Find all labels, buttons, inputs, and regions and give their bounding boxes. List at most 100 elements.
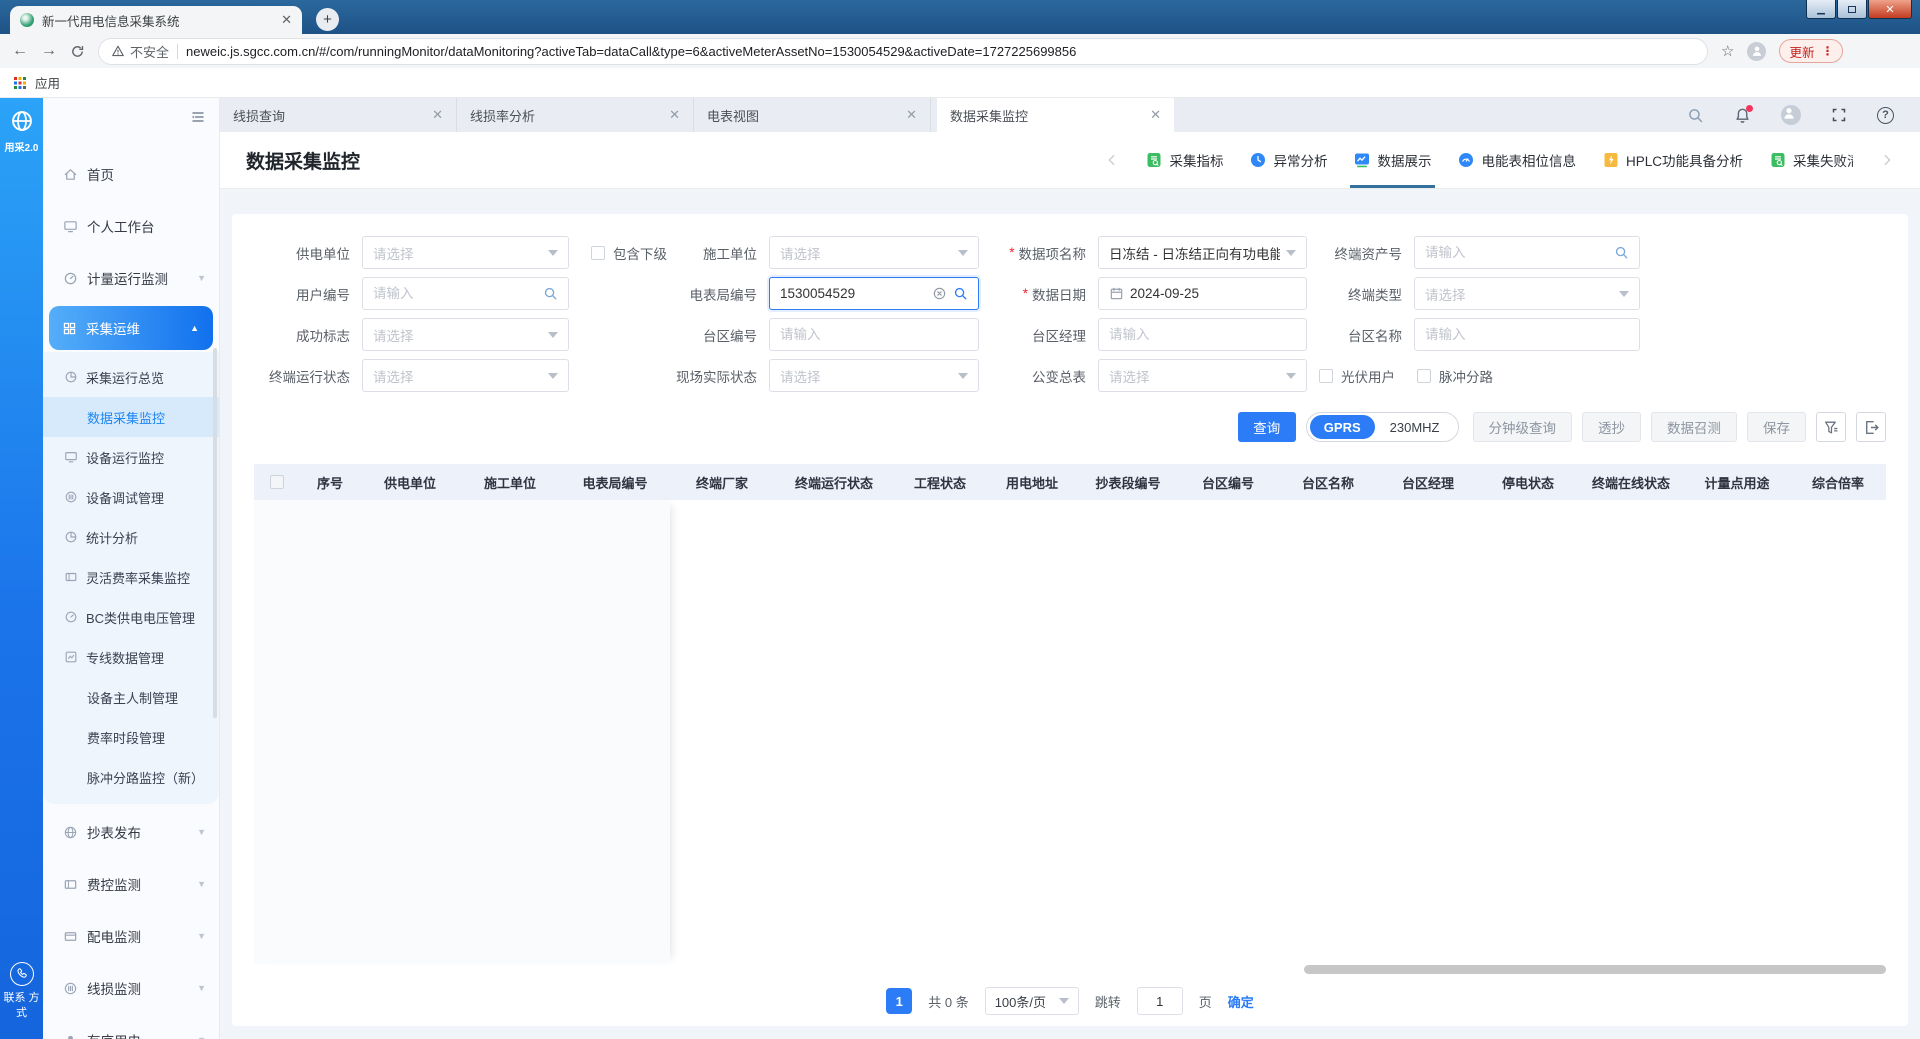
column-header[interactable]: 序号 (300, 473, 360, 492)
meter-no-input[interactable] (769, 277, 979, 310)
search-icon[interactable] (543, 286, 558, 301)
column-header[interactable]: 终端运行状态 (774, 473, 894, 492)
include-sub-checkbox[interactable] (591, 245, 605, 260)
clear-icon[interactable] (932, 286, 947, 301)
tg-manager-input[interactable] (1098, 318, 1307, 351)
meter-no-field[interactable] (780, 286, 926, 301)
sidebar-item-metering-monitor[interactable]: 计量运行监测 ▼ (43, 252, 219, 304)
data-call-button[interactable]: 数据召测 (1651, 412, 1737, 442)
tab-line-loss-rate[interactable]: 线损率分析 ✕ (457, 98, 694, 132)
subtab-anomaly-analysis[interactable]: 异常分析 (1250, 132, 1327, 188)
page-1-button[interactable]: 1 (886, 988, 913, 1014)
column-header[interactable]: 终端在线状态 (1578, 473, 1684, 492)
select-all-checkbox[interactable] (270, 475, 284, 489)
tab-close-icon[interactable]: ✕ (906, 107, 917, 123)
column-header[interactable]: 停电状态 (1478, 473, 1578, 492)
window-close-button[interactable]: ✕ (1868, 0, 1912, 19)
gprs-toggle-option[interactable]: GPRS (1309, 415, 1375, 439)
search-icon[interactable] (1687, 107, 1704, 124)
terminal-asset-no-input[interactable] (1414, 236, 1640, 269)
minute-query-button[interactable]: 分钟级查询 (1472, 412, 1572, 442)
tab-line-loss-query[interactable]: 线损查询 ✕ (220, 98, 457, 132)
supply-unit-select[interactable]: 请选择 (362, 236, 569, 269)
sidebar-item-meter-publish[interactable]: 抄表发布 ▼ (43, 806, 219, 858)
tab-close-icon[interactable]: ✕ (669, 107, 680, 123)
export-button[interactable] (1856, 412, 1886, 442)
sidebar-item-flexible-rate[interactable]: 灵活费率采集监控 (43, 557, 219, 597)
window-maximize-button[interactable] (1837, 0, 1867, 19)
query-button[interactable]: 查询 (1237, 412, 1296, 442)
sidebar-item-pulse-branch-monitor[interactable]: 脉冲分路监控（新） (43, 757, 219, 797)
column-filter-button[interactable] (1816, 412, 1846, 442)
sidebar-collapse-icon[interactable] (190, 109, 206, 125)
column-header[interactable]: 用电地址 (986, 473, 1078, 492)
pv-user-checkbox[interactable] (1319, 368, 1333, 383)
through-read-button[interactable]: 透抄 (1582, 412, 1641, 442)
column-header[interactable]: 计量点用途 (1684, 473, 1790, 492)
subtab-collection-fail[interactable]: 采集失败清 (1770, 132, 1853, 188)
window-minimize-button[interactable]: ▁ (1806, 0, 1836, 19)
sidebar-item-collection-ops[interactable]: 采集运维 ▲ (49, 306, 213, 350)
sidebar-item-bc-voltage[interactable]: BC类供电电压管理 (43, 597, 219, 637)
sidebar-item-workbench[interactable]: 个人工作台 (43, 200, 219, 252)
column-header[interactable]: 施工单位 (460, 473, 560, 492)
subtab-collection-index[interactable]: 采集指标 (1146, 132, 1223, 188)
column-header[interactable]: 电表局编号 (560, 473, 670, 492)
browser-menu-icon[interactable]: ⋮ (1821, 44, 1833, 58)
sidebar-item-device-run-monitor[interactable]: 设备运行监控 (43, 437, 219, 477)
success-flag-select[interactable]: 请选择 (362, 318, 569, 351)
jump-confirm-button[interactable]: 确定 (1228, 992, 1254, 1011)
sidebar-item-data-collection-monitor[interactable]: 数据采集监控 (43, 397, 219, 437)
column-header[interactable]: 台区经理 (1378, 473, 1478, 492)
user-avatar[interactable] (1781, 105, 1801, 125)
tab-close-icon[interactable]: ✕ (1150, 107, 1161, 123)
construction-unit-select[interactable]: 请选择 (769, 236, 979, 269)
security-chip[interactable]: 不安全 (111, 42, 169, 61)
jump-page-input[interactable] (1136, 987, 1183, 1015)
contact-block[interactable]: 联系 方式 (0, 962, 43, 1021)
sidebar-item-rate-period[interactable]: 费率时段管理 (43, 717, 219, 757)
reload-icon[interactable] (70, 44, 85, 59)
save-button[interactable]: 保存 (1747, 412, 1806, 442)
browser-tab-close-icon[interactable]: ✕ (281, 12, 292, 28)
sidebar-item-distribution-monitor[interactable]: 配电监测 ▼ (43, 910, 219, 962)
search-icon[interactable] (953, 286, 968, 301)
terminal-run-status-select[interactable]: 请选择 (362, 359, 569, 392)
column-header[interactable]: 供电单位 (360, 473, 460, 492)
include-sub-checkbox-group[interactable]: 包含下级 (591, 243, 667, 263)
sidebar-item-dedicated-line-data[interactable]: 专线数据管理 (43, 637, 219, 677)
column-header[interactable]: 台区名称 (1278, 473, 1378, 492)
terminal-asset-no-field[interactable] (1425, 245, 1608, 260)
tg-manager-field[interactable] (1109, 327, 1296, 342)
subtab-data-display[interactable]: 数据展示 (1350, 132, 1436, 188)
user-no-input[interactable] (362, 277, 569, 310)
tg-name-field[interactable] (1425, 327, 1629, 342)
pulse-branch-checkbox[interactable] (1417, 368, 1431, 383)
tg-no-input[interactable] (769, 318, 979, 351)
column-header[interactable]: 终端厂家 (670, 473, 774, 492)
search-icon[interactable] (1614, 245, 1629, 260)
sidebar-item-collection-overview[interactable]: 采集运行总览 (43, 357, 219, 397)
column-header[interactable]: 工程状态 (894, 473, 986, 492)
select-all-cell[interactable] (254, 475, 300, 489)
tab-data-collection-monitor[interactable]: 数据采集监控 ✕ (937, 98, 1174, 132)
page-size-select[interactable]: 100条/页 (984, 987, 1079, 1015)
address-bar[interactable]: 不安全 neweic.js.sgcc.com.cn/#/com/runningM… (98, 37, 1708, 65)
tg-name-input[interactable] (1414, 318, 1640, 351)
fullscreen-icon[interactable] (1831, 107, 1847, 123)
horizontal-scrollbar[interactable] (1304, 965, 1886, 974)
sidebar-item-device-debug[interactable]: 设备调试管理 (43, 477, 219, 517)
sidebar-item-statistics[interactable]: 统计分析 (43, 517, 219, 557)
sidebar-item-device-owner[interactable]: 设备主人制管理 (43, 677, 219, 717)
browser-tab[interactable]: 新一代用电信息采集系统 ✕ (10, 6, 302, 34)
sidebar-scrollbar[interactable] (213, 348, 217, 718)
new-tab-button[interactable]: + (316, 8, 339, 31)
tab-close-icon[interactable]: ✕ (432, 107, 443, 123)
sidebar-item-orderly-power[interactable]: 有序用电 ▼ (43, 1014, 219, 1039)
browser-profile-avatar[interactable] (1747, 41, 1767, 61)
data-date-picker[interactable]: 2024-09-25 (1098, 277, 1307, 310)
channel-toggle[interactable]: GPRS 230MHZ (1305, 412, 1459, 442)
back-button[interactable]: ← (12, 43, 28, 59)
user-no-field[interactable] (373, 286, 537, 301)
sidebar-item-fee-control[interactable]: 费控监测 ▼ (43, 858, 219, 910)
